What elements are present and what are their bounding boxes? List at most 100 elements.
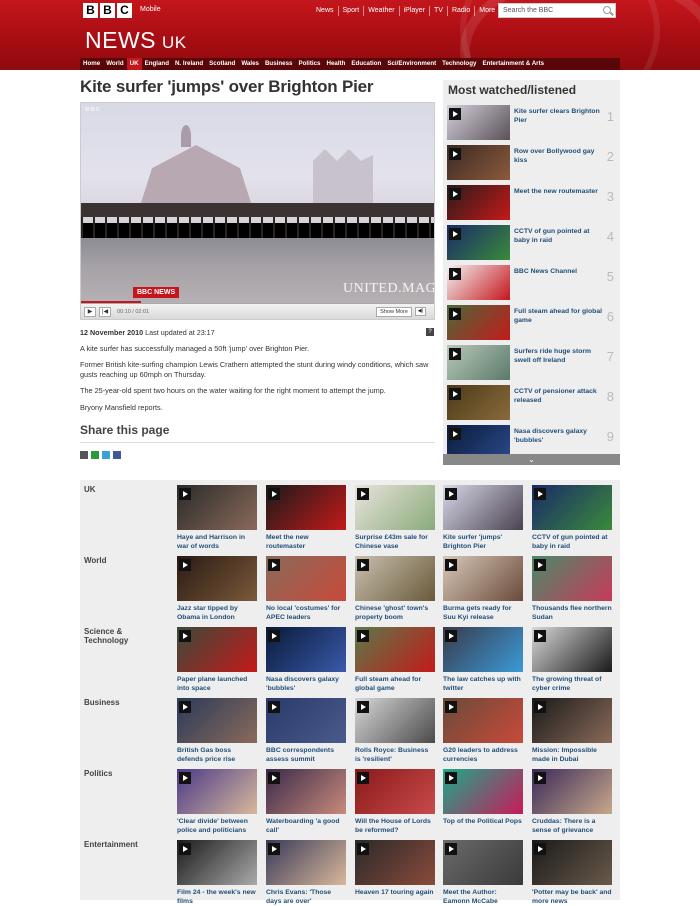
thumbnail-image[interactable] <box>447 345 510 380</box>
most-watched-item[interactable]: CCTV of pensioner attack released 8 <box>447 385 616 421</box>
category-heading[interactable]: World <box>84 556 164 565</box>
category-heading[interactable]: Science & Technology <box>84 627 164 645</box>
help-icon[interactable]: ? <box>426 328 434 336</box>
thumbnail-image[interactable] <box>443 769 523 814</box>
play-icon[interactable] <box>449 108 461 120</box>
thumbnail-image[interactable] <box>266 840 346 885</box>
play-icon[interactable] <box>449 268 461 280</box>
story-caption[interactable]: Thousands flee northern Sudan <box>532 605 612 622</box>
most-watched-label[interactable]: Kite surfer clears Brighton Pier <box>514 108 602 125</box>
story-caption[interactable]: Jazz star tipped by Obama in London <box>177 605 257 622</box>
nav-item-uk[interactable]: UK <box>126 58 142 70</box>
play-icon[interactable] <box>357 488 369 500</box>
most-watched-item[interactable]: BBC News Channel 5 <box>447 265 616 301</box>
facebook-icon[interactable] <box>113 451 121 459</box>
story-tile[interactable]: Chinese 'ghost' town's property boom <box>355 556 435 622</box>
story-tile[interactable]: The law catches up with twitter <box>443 627 523 693</box>
play-icon[interactable] <box>445 488 457 500</box>
most-watched-item[interactable]: Surfers ride huge storm swell off Irelan… <box>447 345 616 381</box>
story-caption[interactable]: Waterboarding 'a good call' <box>266 818 346 835</box>
story-caption[interactable]: Chris Evans: 'Those days are over' <box>266 889 346 906</box>
top-link-sport[interactable]: Sport <box>339 6 365 16</box>
most-watched-label[interactable]: CCTV of pensioner attack released <box>514 388 602 405</box>
top-link-radio[interactable]: Radio <box>448 6 476 16</box>
story-caption[interactable]: Top of the Political Pops <box>443 818 523 827</box>
story-tile[interactable]: CCTV of gun pointed at baby in raid <box>532 485 612 551</box>
story-caption[interactable]: BBC correspondents assess summit <box>266 747 346 764</box>
nav-item-politics[interactable]: Politics <box>295 58 323 70</box>
story-caption[interactable]: Nasa discovers galaxy 'bubbles' <box>266 676 346 693</box>
story-tile[interactable]: No local 'costumes' for APEC leaders <box>266 556 346 622</box>
category-heading[interactable]: Business <box>84 698 164 707</box>
thumbnail-image[interactable] <box>355 485 435 530</box>
play-icon[interactable] <box>268 559 280 571</box>
play-icon[interactable] <box>357 701 369 713</box>
play-icon[interactable] <box>268 488 280 500</box>
play-icon[interactable] <box>357 559 369 571</box>
story-tile[interactable]: Rolls Royce: Business is 'resilient' <box>355 698 435 764</box>
story-tile[interactable]: Meet the Author: Eamonn McCabe <box>443 840 523 906</box>
thumbnail-image[interactable] <box>447 105 510 140</box>
bbc-logo[interactable]: B B C <box>83 3 132 18</box>
thumbnail-image[interactable] <box>532 556 612 601</box>
thumbnail-image[interactable] <box>177 556 257 601</box>
thumbnail-image[interactable] <box>177 698 257 743</box>
nav-item-home[interactable]: Home <box>80 58 103 70</box>
story-tile[interactable]: Will the House of Lords be reformed? <box>355 769 435 835</box>
play-icon[interactable] <box>449 348 461 360</box>
thumbnail-image[interactable] <box>443 698 523 743</box>
story-caption[interactable]: CCTV of gun pointed at baby in raid <box>532 534 612 551</box>
category-heading[interactable]: UK <box>84 485 164 494</box>
category-heading[interactable]: Politics <box>84 769 164 778</box>
top-link-tv[interactable]: TV <box>430 6 448 16</box>
story-tile[interactable]: Nasa discovers galaxy 'bubbles' <box>266 627 346 693</box>
thumbnail-image[interactable] <box>266 769 346 814</box>
most-watched-label[interactable]: Full steam ahead for global game <box>514 308 602 325</box>
top-link-iplayer[interactable]: iPlayer <box>400 6 430 16</box>
story-caption[interactable]: 'Clear divide' between police and politi… <box>177 818 257 835</box>
most-watched-label[interactable]: CCTV of gun pointed at baby in raid <box>514 228 602 245</box>
play-icon[interactable] <box>449 228 461 240</box>
story-tile[interactable]: Cruddas: There is a sense of grievance <box>532 769 612 835</box>
play-icon[interactable] <box>357 772 369 784</box>
play-icon[interactable] <box>179 701 191 713</box>
story-tile[interactable]: Film 24 - the week's new films <box>177 840 257 906</box>
thumbnail-image[interactable] <box>447 145 510 180</box>
play-icon[interactable] <box>449 308 461 320</box>
story-tile[interactable]: Full steam ahead for global game <box>355 627 435 693</box>
story-caption[interactable]: No local 'costumes' for APEC leaders <box>266 605 346 622</box>
play-icon[interactable] <box>268 772 280 784</box>
story-caption[interactable]: Mission: Impossible made in Dubai <box>532 747 612 764</box>
nav-item-england[interactable]: England <box>142 58 172 70</box>
play-icon[interactable] <box>179 559 191 571</box>
thumbnail-image[interactable] <box>266 627 346 672</box>
story-tile[interactable]: Kite surfer 'jumps' Brighton Pier <box>443 485 523 551</box>
show-more-button[interactable]: Show More <box>376 307 412 317</box>
thumbnail-image[interactable] <box>355 769 435 814</box>
chevron-down-icon[interactable]: ⌄ <box>443 454 620 465</box>
play-icon[interactable] <box>445 701 457 713</box>
thumbnail-image[interactable] <box>266 556 346 601</box>
story-caption[interactable]: Kite surfer 'jumps' Brighton Pier <box>443 534 523 551</box>
play-icon[interactable] <box>179 488 191 500</box>
thumbnail-image[interactable] <box>532 485 612 530</box>
play-icon[interactable] <box>445 559 457 571</box>
twitter-icon[interactable] <box>102 451 110 459</box>
story-caption[interactable]: Cruddas: There is a sense of grievance <box>532 818 612 835</box>
story-tile[interactable]: BBC correspondents assess summit <box>266 698 346 764</box>
most-watched-label[interactable]: Nasa discovers galaxy 'bubbles' <box>514 428 602 445</box>
thumbnail-image[interactable] <box>355 556 435 601</box>
play-icon[interactable] <box>534 772 546 784</box>
thumbnail-image[interactable] <box>532 840 612 885</box>
story-tile[interactable]: 'Potter may be back' and more news <box>532 840 612 906</box>
most-watched-item[interactable]: Full steam ahead for global game 6 <box>447 305 616 341</box>
nav-item-wales[interactable]: Wales <box>238 58 262 70</box>
most-watched-item[interactable]: CCTV of gun pointed at baby in raid 4 <box>447 225 616 261</box>
audio-icon[interactable] <box>268 630 280 642</box>
story-tile[interactable]: G20 leaders to address currencies <box>443 698 523 764</box>
play-icon[interactable] <box>445 630 457 642</box>
thumbnail-image[interactable] <box>266 485 346 530</box>
story-caption[interactable]: Meet the Author: Eamonn McCabe <box>443 889 523 906</box>
thumbnail-image[interactable] <box>532 627 612 672</box>
most-watched-label[interactable]: Row over Bollywood gay kiss <box>514 148 602 165</box>
